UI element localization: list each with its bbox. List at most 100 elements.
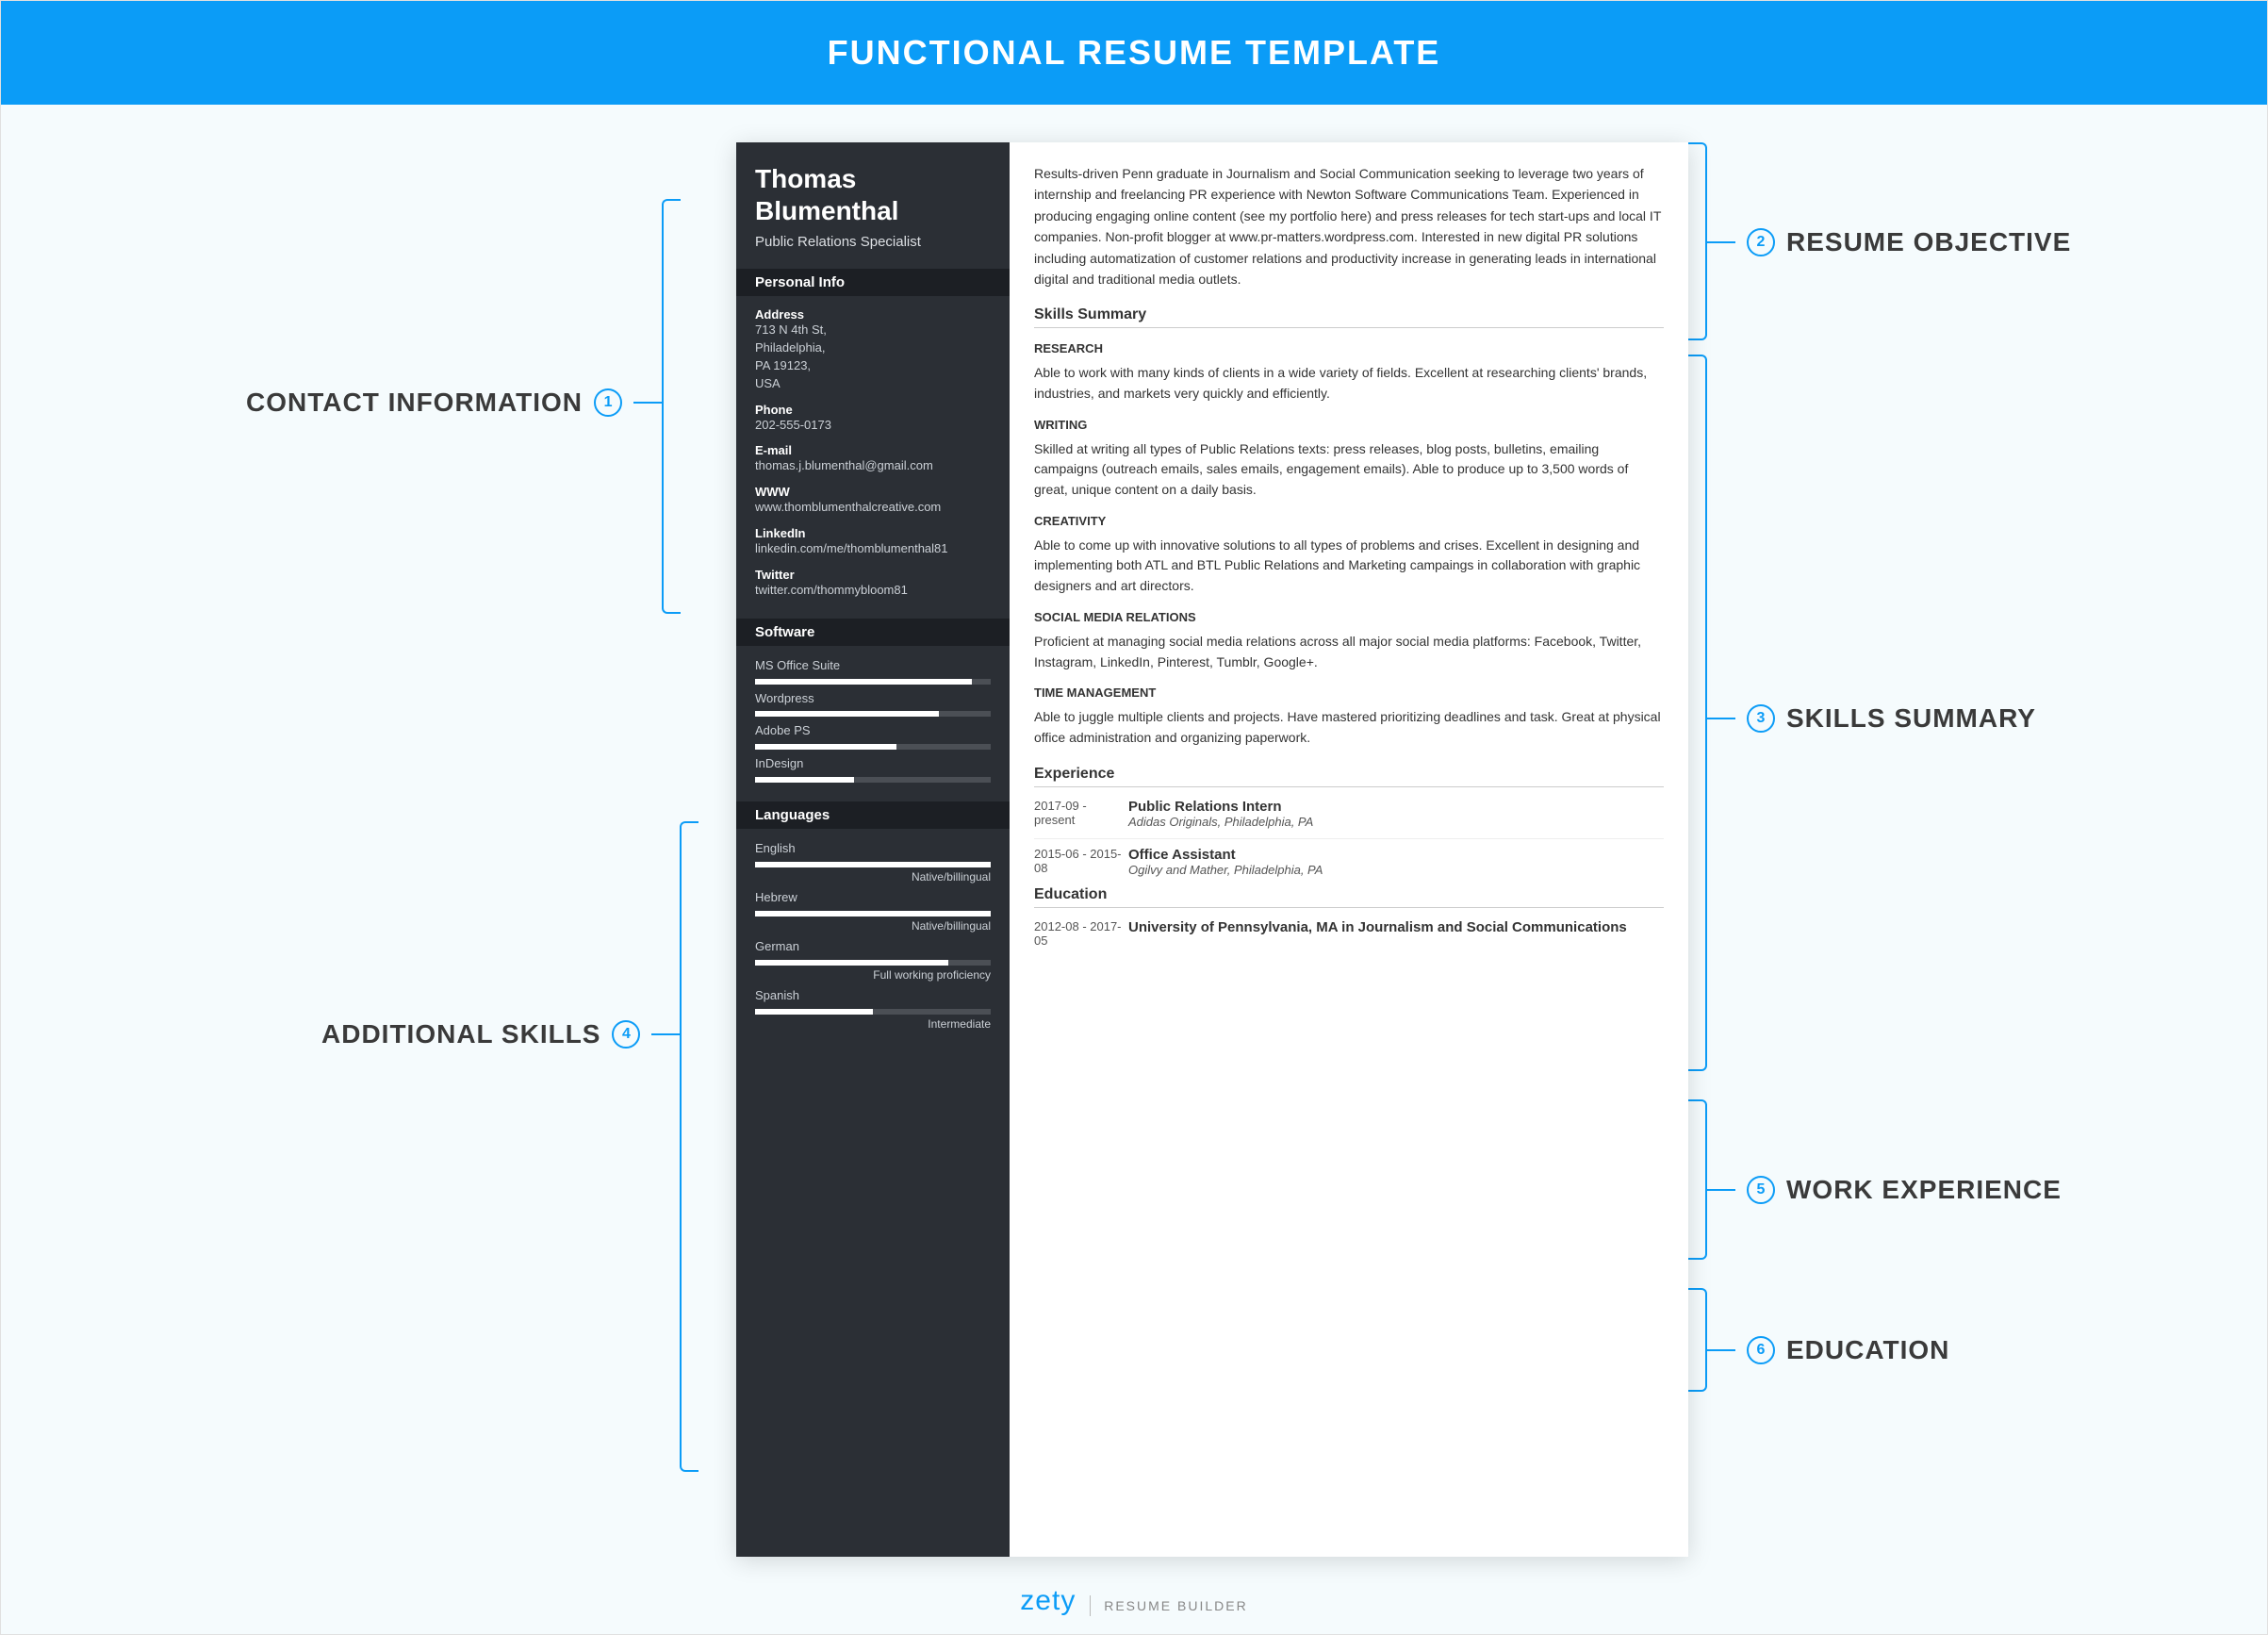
callout-bracket	[1688, 1288, 1707, 1392]
language-skill: German Full working proficiency	[755, 938, 991, 982]
callout-bracket	[1688, 355, 1707, 1071]
skill-bar-fill	[755, 960, 948, 966]
callout-contact: CONTACT INFORMATION 1	[246, 388, 662, 418]
experience-title: Public Relations Intern	[1128, 799, 1313, 815]
callout-bracket	[1688, 1099, 1707, 1260]
info-phone-value: 202-555-0173	[755, 417, 991, 435]
language-level: Native/billingual	[755, 919, 991, 933]
callout-label: RESUME OBJECTIVE	[1786, 227, 2071, 257]
skill-category: CREATIVITY	[1034, 514, 1664, 528]
callout-bracket	[680, 821, 698, 1472]
skill-block: SOCIAL MEDIA RELATIONS Proficient at man…	[1034, 610, 1664, 672]
callout-label: CONTACT INFORMATION	[246, 388, 583, 418]
job-title: Public Relations Specialist	[755, 234, 991, 250]
footer-separator	[1090, 1595, 1091, 1616]
language-name: Hebrew	[755, 889, 991, 907]
experience-row: 2017-09 - present Public Relations Inter…	[1034, 799, 1664, 829]
resume-content: Results-driven Penn graduate in Journali…	[1010, 142, 1688, 1557]
callout-stem	[633, 402, 662, 404]
education-row: 2012-08 - 2017-05 University of Pennsylv…	[1034, 919, 1664, 948]
banner: FUNCTIONAL RESUME TEMPLATE	[1, 1, 2267, 105]
language-level: Native/billingual	[755, 870, 991, 884]
callout-label: SKILLS SUMMARY	[1786, 703, 2036, 734]
experience-list: 2017-09 - present Public Relations Inter…	[1034, 799, 1664, 877]
software-name: Adobe PS	[755, 722, 991, 740]
skill-bar-fill	[755, 911, 991, 917]
software-skill: Wordpress	[755, 690, 991, 718]
skill-category: SOCIAL MEDIA RELATIONS	[1034, 610, 1664, 624]
experience-body: Public Relations Intern Adidas Originals…	[1128, 799, 1313, 829]
language-name: Spanish	[755, 987, 991, 1005]
footer-logo: zety	[1020, 1585, 1076, 1616]
callout-label: ADDITIONAL SKILLS	[321, 1019, 600, 1049]
skill-bar-track	[755, 960, 991, 966]
sidebar-head-languages: Languages	[736, 801, 1010, 829]
callout-skills-summary: 3 SKILLS SUMMARY	[1707, 703, 2036, 734]
language-skill: Spanish Intermediate	[755, 987, 991, 1031]
skill-text: Able to come up with innovative solution…	[1034, 536, 1664, 597]
body-area: CONTACT INFORMATION 1 ADDITIONAL SKILLS …	[1, 105, 2267, 1634]
skill-bar-track	[755, 711, 991, 717]
info-address-value: 713 N 4th St, Philadelphia, PA 19123, US…	[755, 322, 991, 392]
language-skill: Hebrew Native/billingual	[755, 889, 991, 933]
callout-stem	[1707, 718, 1735, 719]
skill-block: CREATIVITY Able to come up with innovati…	[1034, 514, 1664, 597]
skill-block: WRITING Skilled at writing all types of …	[1034, 418, 1664, 501]
sidebar-head-personal: Personal Info	[736, 269, 1010, 296]
skills-list: RESEARCH Able to work with many kinds of…	[1034, 341, 1664, 748]
language-level: Intermediate	[755, 1017, 991, 1031]
objective-text: Results-driven Penn graduate in Journali…	[1034, 163, 1664, 289]
callout-num: 5	[1747, 1176, 1775, 1204]
callout-bracket	[662, 199, 681, 614]
section-head-education: Education	[1034, 886, 1664, 908]
footer: zety RESUME BUILDER	[1, 1585, 2267, 1617]
software-skill: MS Office Suite	[755, 657, 991, 685]
callout-stem	[1707, 1189, 1735, 1191]
software-list: MS Office Suite Wordpress Adobe PS InDes…	[755, 657, 991, 783]
callout-stem	[1707, 241, 1735, 243]
skill-bar-fill	[755, 711, 939, 717]
resume-sidebar: Thomas Blumenthal Public Relations Speci…	[736, 142, 1010, 1557]
software-name: MS Office Suite	[755, 657, 991, 675]
skill-text: Proficient at managing social media rela…	[1034, 632, 1664, 672]
info-email-value: thomas.j.blumenthal@gmail.com	[755, 457, 991, 475]
info-linkedin-label: LinkedIn	[755, 526, 991, 540]
language-name: English	[755, 840, 991, 858]
skill-category: WRITING	[1034, 418, 1664, 432]
skill-bar-track	[755, 911, 991, 917]
skill-bar-track	[755, 777, 991, 783]
skill-bar-track	[755, 744, 991, 750]
info-email-label: E-mail	[755, 443, 991, 457]
skill-bar-fill	[755, 744, 896, 750]
education-list: 2012-08 - 2017-05 University of Pennsylv…	[1034, 919, 1664, 948]
skill-category: RESEARCH	[1034, 341, 1664, 355]
skill-text: Skilled at writing all types of Public R…	[1034, 439, 1664, 501]
callout-num: 1	[594, 388, 622, 417]
callout-additional-skills: ADDITIONAL SKILLS 4	[321, 1019, 680, 1049]
info-www-value: www.thomblumenthalcreative.com	[755, 499, 991, 517]
callout-num: 6	[1747, 1336, 1775, 1364]
experience-row: 2015-06 - 2015-08 Office Assistant Ogilv…	[1034, 838, 1664, 877]
software-name: Wordpress	[755, 690, 991, 708]
education-title: University of Pennsylvania, MA in Journa…	[1128, 919, 1627, 935]
callout-label: EDUCATION	[1786, 1335, 1949, 1365]
skill-bar-fill	[755, 679, 972, 685]
language-name: German	[755, 938, 991, 956]
callout-stem	[1707, 1349, 1735, 1351]
skill-block: RESEARCH Able to work with many kinds of…	[1034, 341, 1664, 404]
footer-subtitle: RESUME BUILDER	[1104, 1598, 1247, 1613]
banner-title: FUNCTIONAL RESUME TEMPLATE	[828, 33, 1441, 73]
section-head-experience: Experience	[1034, 766, 1664, 787]
experience-org: Adidas Originals, Philadelphia, PA	[1128, 815, 1313, 829]
skill-block: TIME MANAGEMENT Able to juggle multiple …	[1034, 685, 1664, 748]
info-address-label: Address	[755, 307, 991, 322]
education-body: University of Pennsylvania, MA in Journa…	[1128, 919, 1627, 948]
language-list: English Native/billingualHebrew Native/b…	[755, 840, 991, 1030]
skill-bar-track	[755, 1009, 991, 1015]
callout-num: 2	[1747, 228, 1775, 256]
callout-stem	[651, 1033, 680, 1035]
callout-label: WORK EXPERIENCE	[1786, 1175, 2062, 1205]
language-level: Full working proficiency	[755, 968, 991, 982]
skill-category: TIME MANAGEMENT	[1034, 685, 1664, 700]
page-root: FUNCTIONAL RESUME TEMPLATE CONTACT INFOR…	[0, 0, 2268, 1635]
